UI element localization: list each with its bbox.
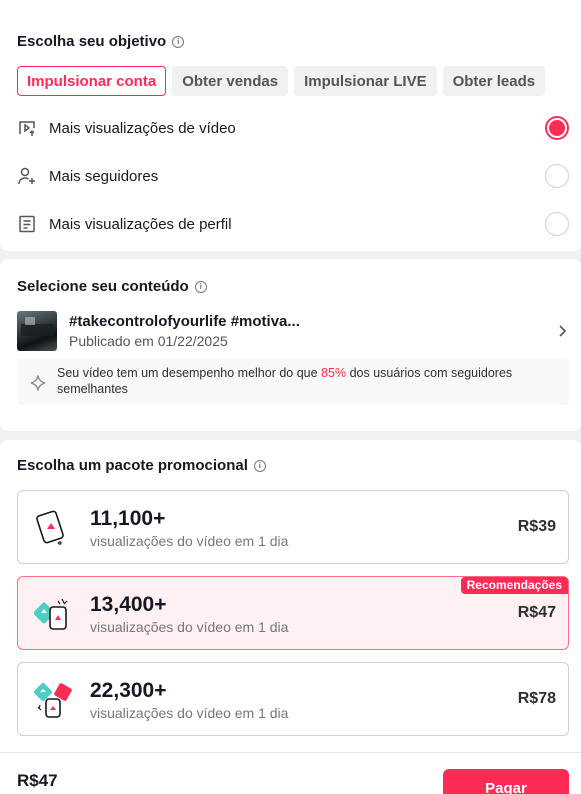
info-icon[interactable]: i <box>253 459 266 472</box>
info-icon[interactable]: i <box>194 280 207 293</box>
profile-doc-icon <box>19 215 35 233</box>
package-price: R$47 <box>517 604 556 621</box>
objective-tabs: Impulsionar conta Obter vendas Impulsion… <box>17 66 546 96</box>
package-desc: visualizações do vídeo em 1 dia <box>90 705 289 721</box>
video-thumbnail <box>17 311 57 351</box>
video-cards-icon <box>34 598 68 630</box>
content-header: Selecione seu conteúdo i <box>17 278 207 295</box>
total-price: R$47 <box>17 771 58 790</box>
video-title: #takecontrolofyourlife #motiva... <box>69 313 300 330</box>
insight-text-before: Seu vídeo tem um desempenho melhor do qu… <box>57 366 322 380</box>
video-card-icon <box>36 510 64 545</box>
option-video-views[interactable]: Mais visualizações de vídeo <box>17 114 569 142</box>
radio-unselected[interactable] <box>545 164 569 188</box>
performance-insight: Seu vídeo tem um desempenho melhor do qu… <box>17 359 569 405</box>
package-views: 11,100+ <box>90 507 166 530</box>
sparkle-icon <box>30 375 46 391</box>
option-followers[interactable]: Mais seguidores <box>17 162 569 190</box>
objective-card: Escolha seu objetivo i Impulsionar conta… <box>0 0 581 251</box>
tab-impulsionar-live[interactable]: Impulsionar LIVE <box>294 66 437 96</box>
package-option-3[interactable]: 22,300+ visualizações do vídeo em 1 dia … <box>17 662 569 736</box>
option-label: Mais seguidores <box>49 167 159 185</box>
package-views: 22,300+ <box>90 679 167 702</box>
package-views: 13,400+ <box>90 593 167 616</box>
package-price: R$39 <box>517 518 556 535</box>
video-stack-icon <box>34 682 72 718</box>
insight-percent: 85% <box>321 366 347 380</box>
recommended-badge: Recomendações <box>460 577 568 594</box>
objective-title: Escolha seu objetivo <box>17 33 167 50</box>
objective-header: Escolha seu objetivo i <box>17 33 185 50</box>
pay-button[interactable]: Pagar <box>443 769 569 794</box>
option-label: Mais visualizações de vídeo <box>49 119 236 137</box>
radio-selected[interactable] <box>545 116 569 140</box>
content-title: Selecione seu conteúdo <box>17 278 189 295</box>
package-option-2[interactable]: Recomendações 13,400+ visualizações do v… <box>17 576 569 650</box>
info-icon[interactable]: i <box>172 35 185 48</box>
tab-obter-leads[interactable]: Obter leads <box>442 66 546 96</box>
chevron-right-icon[interactable] <box>555 324 569 338</box>
tab-impulsionar-conta[interactable]: Impulsionar conta <box>17 66 167 96</box>
video-play-icon <box>19 121 35 136</box>
package-option-1[interactable]: 11,100+ visualizações do vídeo em 1 dia … <box>17 490 569 564</box>
tab-obter-vendas[interactable]: Obter vendas <box>172 66 289 96</box>
option-label: Mais visualizações de perfil <box>49 215 232 233</box>
video-date: Publicado em 01/22/2025 <box>69 333 228 349</box>
package-desc: visualizações do vídeo em 1 dia <box>90 619 289 635</box>
user-add-icon <box>18 167 35 185</box>
package-title: Escolha um pacote promocional <box>17 457 248 474</box>
package-desc: visualizações do vídeo em 1 dia <box>90 533 289 549</box>
option-profile-views[interactable]: Mais visualizações de perfil <box>17 210 569 238</box>
radio-unselected[interactable] <box>545 212 569 236</box>
checkout-footer: R$47 Pagar <box>0 752 581 794</box>
package-price: R$78 <box>517 690 556 707</box>
selected-video[interactable]: #takecontrolofyourlife #motiva... Public… <box>17 311 569 351</box>
package-header: Escolha um pacote promocional i <box>17 457 266 474</box>
